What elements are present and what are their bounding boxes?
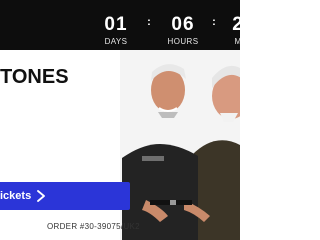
get-tickets-button[interactable]: ickets: [0, 182, 130, 210]
countdown-days-label: DAYS: [104, 37, 128, 46]
artist-photo: [120, 50, 240, 240]
countdown-hours-value: 06: [171, 14, 195, 35]
artist-photo-illustration: [120, 50, 240, 240]
event-page: 01 DAYS : 06 HOURS : 2 M TONES ickets OR…: [0, 0, 240, 240]
tickets-button-label: ickets: [0, 190, 32, 202]
countdown-separator: :: [147, 16, 151, 28]
countdown-bar: 01 DAYS : 06 HOURS : 2 M: [0, 0, 240, 50]
countdown-minutes-value: 2: [232, 14, 240, 35]
countdown-minutes-label: M: [234, 37, 240, 46]
countdown-hours-label: HOURS: [167, 37, 199, 46]
countdown-days-value: 01: [104, 14, 128, 35]
event-title: TONES: [0, 66, 69, 88]
order-number: ORDER #30-39075/UK2: [47, 222, 140, 231]
chevron-right-icon: [37, 190, 45, 202]
